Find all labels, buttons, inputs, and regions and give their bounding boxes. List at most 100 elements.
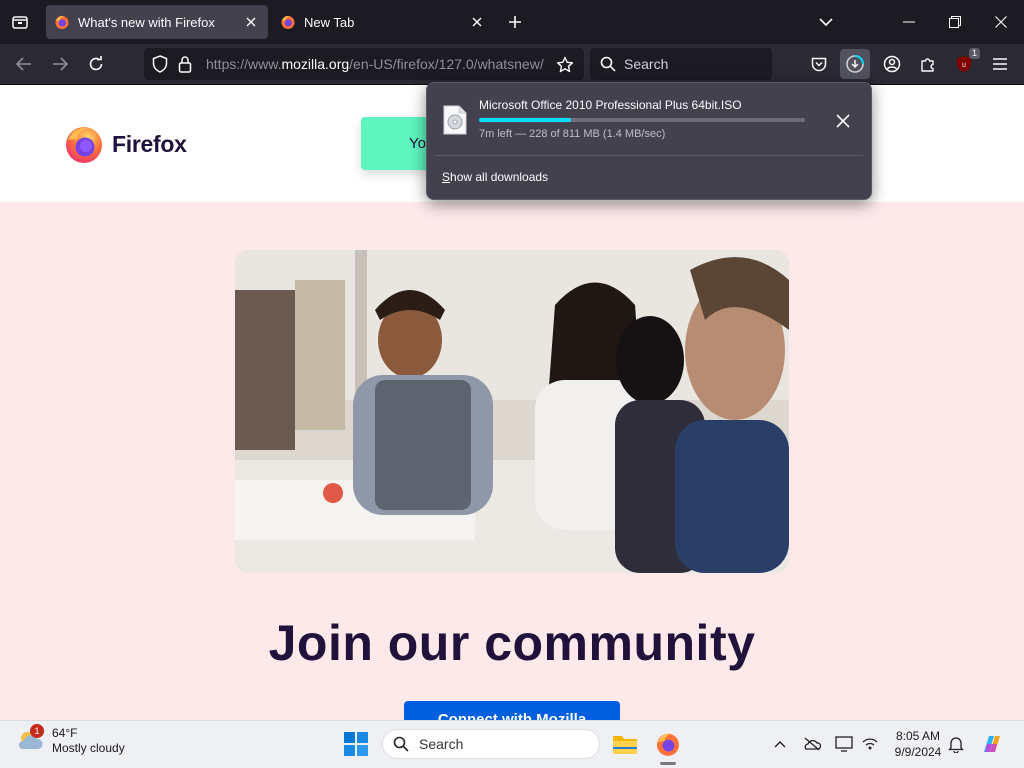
tab-new-tab[interactable]: New Tab — [272, 5, 494, 39]
restore-icon — [949, 16, 961, 28]
url-scheme: https://www. — [206, 56, 282, 72]
forward-arrow-icon — [53, 57, 68, 71]
display-button[interactable] — [834, 734, 854, 754]
plus-icon — [509, 16, 521, 28]
system-clock[interactable]: 8:05 AM 9/9/2024 — [888, 728, 948, 760]
download-progress-bar — [479, 118, 805, 122]
download-filename[interactable]: Microsoft Office 2010 Professional Plus … — [479, 98, 742, 112]
reload-icon — [89, 56, 103, 71]
close-icon — [472, 17, 482, 27]
restore-button[interactable] — [932, 0, 978, 44]
clock-time: 8:05 AM — [895, 729, 941, 743]
downloads-button[interactable] — [840, 49, 870, 79]
url-path: /en-US/firefox/127.0/whatsnew/ — [349, 56, 544, 72]
download-progress-fill — [479, 118, 571, 122]
bookmark-button[interactable] — [552, 54, 578, 76]
chevron-down-icon — [819, 18, 833, 27]
extension-badge: 1 — [968, 48, 980, 59]
tab-list-icon — [12, 16, 28, 29]
account-button[interactable] — [877, 49, 907, 79]
ublock-button[interactable]: u 1 — [949, 48, 980, 79]
file-explorer-button[interactable] — [611, 730, 639, 758]
window-close-button[interactable] — [978, 0, 1024, 44]
search-bar[interactable]: Search — [590, 48, 772, 80]
back-button[interactable] — [9, 50, 39, 78]
list-all-tabs-button[interactable] — [814, 11, 838, 33]
start-button[interactable] — [344, 732, 368, 756]
svg-text:u: u — [962, 62, 966, 69]
firefox-taskbar-button[interactable] — [654, 730, 682, 758]
shield-icon — [152, 55, 168, 73]
search-icon — [393, 736, 409, 752]
firefox-logo-icon — [281, 15, 295, 29]
hero-image — [235, 250, 789, 573]
downloads-panel: Microsoft Office 2010 Professional Plus … — [426, 82, 872, 200]
search-placeholder: Search — [624, 56, 669, 72]
close-icon — [246, 17, 256, 27]
active-app-indicator — [660, 762, 676, 765]
tab-strip: What's new with Firefox New Tab — [0, 0, 1024, 44]
notification-bell-icon — [948, 737, 964, 753]
weather-widget[interactable]: 1 64°F Mostly cloudy — [16, 724, 125, 756]
lock-icon — [178, 56, 192, 73]
tab-whats-new[interactable]: What's new with Firefox — [46, 5, 268, 39]
file-explorer-icon — [613, 736, 637, 754]
cancel-download-button[interactable] — [829, 107, 857, 135]
weather-alert-badge: 1 — [30, 724, 44, 738]
logo-wordmark: Firefox — [112, 130, 187, 157]
disc-image-file-icon — [443, 105, 467, 140]
copilot-button[interactable] — [980, 732, 1004, 756]
downloads-icon — [846, 55, 864, 73]
hamburger-menu-icon — [993, 58, 1007, 70]
tab-close-button[interactable] — [242, 13, 260, 31]
firefox-logo-icon — [66, 127, 102, 163]
tab-list-button[interactable] — [6, 9, 34, 35]
show-all-downloads-button[interactable]: Show all downloads — [442, 170, 548, 184]
tab-title: What's new with Firefox — [78, 14, 215, 30]
close-icon — [836, 114, 850, 128]
weather-description: Mostly cloudy — [52, 741, 125, 755]
display-icon — [835, 736, 853, 752]
account-icon — [883, 55, 901, 73]
weather-temperature: 64°F — [52, 726, 78, 740]
onedrive-button[interactable] — [802, 734, 822, 754]
star-icon — [556, 56, 574, 73]
show-hidden-icons-button[interactable] — [770, 734, 790, 754]
panel-divider — [435, 155, 863, 156]
url-text[interactable]: https://www.mozilla.org/en-US/firefox/12… — [206, 56, 546, 72]
forward-button[interactable] — [45, 50, 75, 78]
extensions-button[interactable] — [913, 49, 943, 79]
onedrive-icon — [804, 737, 821, 751]
url-host: mozilla.org — [281, 56, 350, 72]
download-status: 7m left — 228 of 811 MB (1.4 MB/sec) — [479, 128, 666, 140]
site-info-button[interactable] — [178, 55, 192, 78]
people-meeting-photo — [235, 250, 789, 573]
reload-button[interactable] — [81, 50, 111, 78]
back-arrow-icon — [16, 57, 31, 71]
firefox-logo[interactable]: Firefox — [64, 124, 187, 164]
new-tab-button[interactable] — [503, 10, 527, 34]
chevron-up-icon — [774, 741, 786, 748]
app-menu-button[interactable] — [985, 49, 1015, 79]
network-button[interactable] — [860, 734, 880, 754]
taskbar-search[interactable]: Search — [382, 729, 600, 759]
extensions-icon — [921, 58, 934, 72]
tracking-protection-button[interactable] — [152, 55, 168, 78]
url-bar[interactable]: https://www.mozilla.org/en-US/firefox/12… — [144, 48, 584, 80]
minimize-button[interactable] — [886, 0, 932, 44]
community-heading: Join our community — [268, 615, 756, 671]
promo-text: Yo — [409, 135, 426, 152]
pocket-button[interactable] — [804, 49, 834, 79]
close-icon — [995, 16, 1007, 28]
firefox-icon — [656, 733, 680, 756]
accesskey-letter: S — [442, 170, 451, 184]
pocket-icon — [811, 57, 827, 71]
notifications-button[interactable] — [946, 734, 966, 754]
taskbar-search-placeholder: Search — [419, 736, 464, 752]
minimize-icon — [903, 21, 915, 23]
tab-close-button[interactable] — [468, 13, 486, 31]
windows-start-icon — [344, 732, 368, 756]
search-icon — [600, 56, 616, 72]
copilot-icon — [984, 736, 1000, 752]
firefox-logo-icon — [55, 15, 69, 29]
